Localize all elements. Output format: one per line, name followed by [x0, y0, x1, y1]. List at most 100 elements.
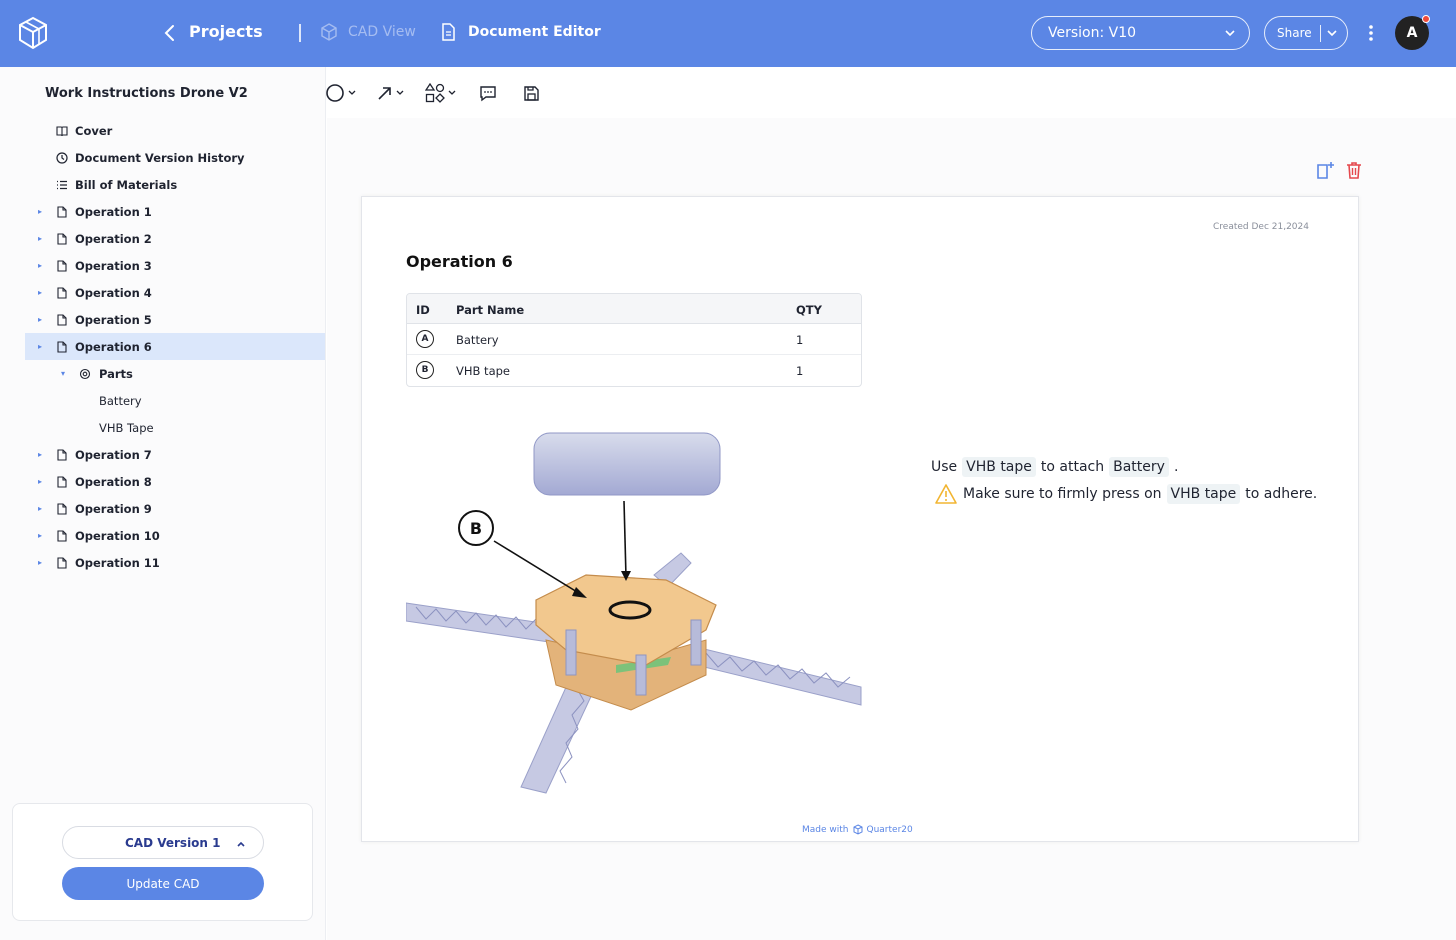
- circle-icon: [326, 84, 344, 102]
- created-date: Created Dec 21,2024: [1213, 222, 1309, 232]
- page-title[interactable]: Operation 6: [406, 252, 513, 271]
- insert-shapes-button[interactable]: [425, 82, 457, 104]
- sidebar-item-part-vhb-tape[interactable]: VHB Tape: [25, 414, 325, 441]
- cad-version-label: CAD Version 1: [125, 835, 221, 850]
- caret-right-icon[interactable]: ▸: [38, 504, 46, 513]
- header-divider: [299, 24, 301, 42]
- caret-right-icon[interactable]: ▸: [38, 207, 46, 216]
- sidebar-item-operation-7[interactable]: ▸ Operation 7: [25, 441, 325, 468]
- sidebar-item-parts[interactable]: ▾ Parts: [25, 360, 325, 387]
- version-select[interactable]: Version: V10: [1031, 16, 1250, 50]
- warning-line[interactable]: Make sure to firmly press on VHB tape to…: [934, 483, 1317, 505]
- caret-right-icon[interactable]: ▸: [38, 288, 46, 297]
- book-open-icon: [56, 125, 68, 136]
- made-with-footer[interactable]: Made with Quarter20: [802, 824, 913, 835]
- chevron-down-icon: [348, 90, 356, 95]
- tab-cad-view[interactable]: CAD View: [320, 23, 416, 41]
- callout-label: B: [470, 519, 482, 538]
- parts-table[interactable]: ID Part Name QTY A Battery 1 B VHB tape …: [406, 293, 862, 387]
- sidebar-item-part-battery[interactable]: Battery: [25, 387, 325, 414]
- sidebar-item-label: Operation 10: [75, 528, 160, 543]
- update-cad-button[interactable]: Update CAD: [62, 867, 264, 900]
- part-name: Battery: [456, 333, 499, 347]
- chevron-up-icon: [237, 841, 245, 847]
- sidebar-item-operation-9[interactable]: ▸ Operation 9: [25, 495, 325, 522]
- part-chip-battery[interactable]: Battery: [1109, 457, 1169, 477]
- sidebar-item-operation-10[interactable]: ▸ Operation 10: [25, 522, 325, 549]
- caret-right-icon[interactable]: ▸: [38, 315, 46, 324]
- shape-tool-button[interactable]: [325, 82, 357, 104]
- comment-button[interactable]: [479, 82, 497, 104]
- caret-right-icon[interactable]: ▸: [38, 261, 46, 270]
- sidebar-item-label: Battery: [99, 393, 142, 408]
- part-id-badge: A: [416, 330, 434, 348]
- chevron-down-icon: [1225, 30, 1235, 37]
- sidebar-item-bill-of-materials[interactable]: Bill of Materials: [25, 171, 325, 198]
- arrow-icon: [378, 87, 391, 100]
- caret-right-icon[interactable]: ▸: [38, 342, 46, 351]
- drone-assembly-illustration[interactable]: B: [406, 425, 862, 795]
- caret-down-icon[interactable]: ▾: [61, 369, 69, 378]
- app-logo-icon[interactable]: [18, 16, 48, 50]
- part-chip-vhb-tape[interactable]: VHB tape: [962, 457, 1036, 477]
- version-select-label: Version: V10: [1048, 25, 1137, 41]
- part-qty: 1: [796, 333, 804, 347]
- sidebar-item-label: Parts: [99, 366, 133, 381]
- sidebar-item-operation-3[interactable]: ▸ Operation 3: [25, 252, 325, 279]
- sidebar-item-label: Operation 2: [75, 231, 152, 246]
- notification-dot: [1422, 15, 1430, 23]
- projects-link[interactable]: Projects: [189, 22, 263, 41]
- header-qty: QTY: [796, 303, 822, 317]
- arrow-tool-button[interactable]: [377, 82, 405, 104]
- caret-right-icon[interactable]: ▸: [38, 234, 46, 243]
- sidebar-item-operation-6[interactable]: ▸ Operation 6: [25, 333, 325, 360]
- table-row[interactable]: A Battery 1: [407, 324, 861, 355]
- part-chip-vhb-tape[interactable]: VHB tape: [1166, 484, 1241, 504]
- sidebar-item-label: Operation 7: [75, 447, 152, 462]
- file-icon: [57, 340, 67, 353]
- brand-name: Quarter20: [866, 824, 913, 835]
- part-qty: 1: [796, 364, 804, 378]
- warning-to-adhere: to adhere.: [1245, 486, 1318, 502]
- trash-icon[interactable]: [1344, 160, 1364, 180]
- sidebar-item-label: Operation 5: [75, 312, 152, 327]
- sidebar-item-label: Operation 9: [75, 501, 152, 516]
- sidebar-item-label: Operation 3: [75, 258, 152, 273]
- gear-icon: [79, 368, 91, 379]
- part-name: VHB tape: [456, 364, 510, 378]
- sidebar-item-operation-8[interactable]: ▸ Operation 8: [25, 468, 325, 495]
- caret-right-icon[interactable]: ▸: [38, 477, 46, 486]
- instruction-period: .: [1173, 459, 1179, 475]
- list-icon: [57, 180, 67, 189]
- share-button[interactable]: Share: [1264, 16, 1348, 50]
- sidebar-item-operation-5[interactable]: ▸ Operation 5: [25, 306, 325, 333]
- instruction-line[interactable]: Use VHB tape to attach Battery .: [931, 457, 1178, 477]
- sidebar-item-operation-1[interactable]: ▸ Operation 1: [25, 198, 325, 225]
- part-id-badge: B: [416, 361, 434, 379]
- sidebar-item-operation-2[interactable]: ▸ Operation 2: [25, 225, 325, 252]
- cad-version-select[interactable]: CAD Version 1: [62, 826, 264, 859]
- sidebar-item-operation-11[interactable]: ▸ Operation 11: [25, 549, 325, 576]
- sidebar-item-label: Document Version History: [75, 150, 245, 165]
- comment-icon: [480, 86, 496, 102]
- caret-right-icon[interactable]: ▸: [38, 531, 46, 540]
- sidebar: Work Instructions Drone V2 Cover Documen…: [0, 67, 326, 940]
- clock-icon: [56, 151, 68, 164]
- sidebar-item-version-history[interactable]: Document Version History: [25, 144, 325, 171]
- warning-make-sure: Make sure to firmly press on: [963, 486, 1162, 502]
- chevron-down-icon: [396, 90, 404, 95]
- more-options-icon[interactable]: [1366, 22, 1376, 44]
- save-button[interactable]: [523, 82, 540, 104]
- share-chevron-down-icon[interactable]: [1325, 26, 1339, 40]
- sidebar-item-cover[interactable]: Cover: [25, 117, 325, 144]
- table-row[interactable]: B VHB tape 1: [407, 355, 861, 386]
- sidebar-item-operation-4[interactable]: ▸ Operation 4: [25, 279, 325, 306]
- tab-document-editor[interactable]: Document Editor: [440, 23, 601, 41]
- add-page-icon[interactable]: [1316, 160, 1336, 180]
- caret-right-icon[interactable]: ▸: [38, 450, 46, 459]
- sidebar-item-label: Operation 11: [75, 555, 160, 570]
- header-part-name: Part Name: [456, 303, 525, 317]
- back-chevron-icon[interactable]: [160, 22, 180, 44]
- share-label: Share: [1277, 26, 1312, 40]
- caret-right-icon[interactable]: ▸: [38, 558, 46, 567]
